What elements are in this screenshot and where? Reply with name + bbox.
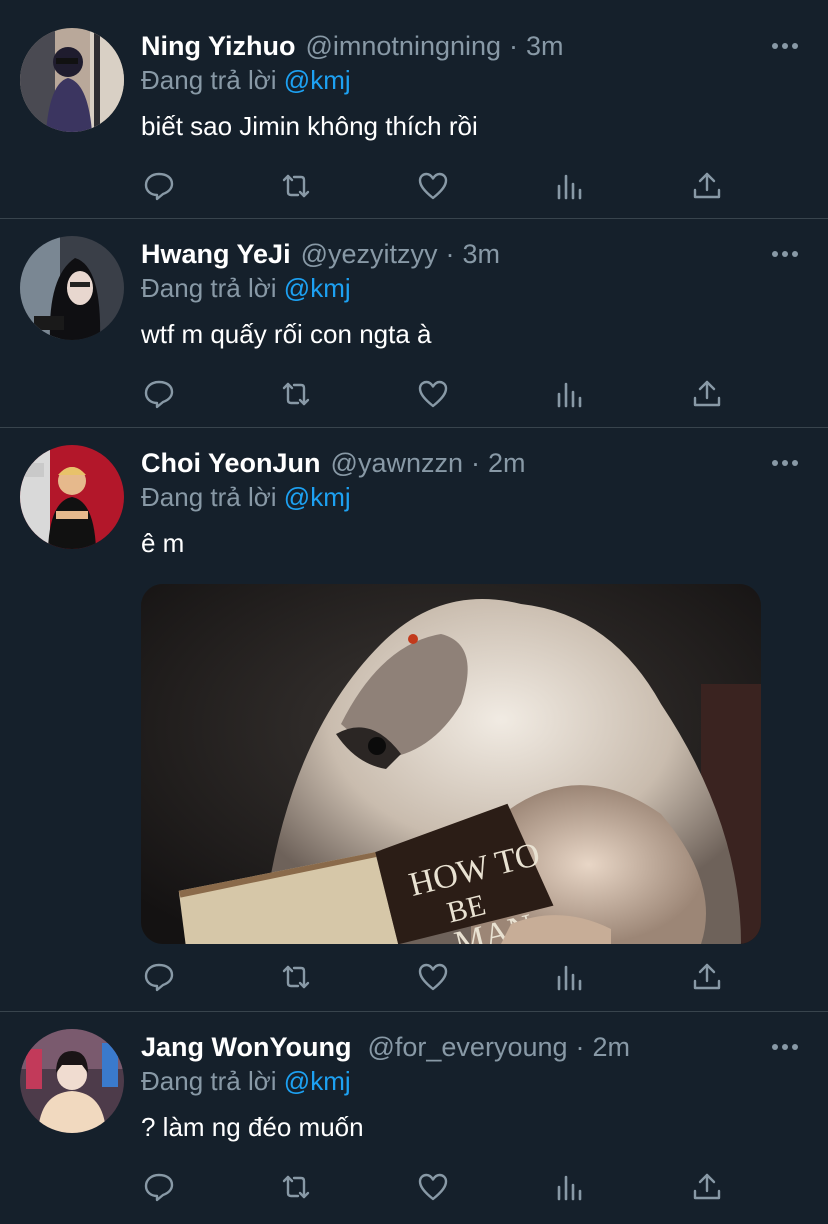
tweet-4[interactable]: Jang WonYoung @for_everyoung · 2m Đang t… <box>0 1012 828 1224</box>
separator: · <box>575 1032 585 1062</box>
timestamp[interactable]: 2m <box>488 443 526 483</box>
retweet-icon[interactable] <box>278 1169 314 1205</box>
avatar[interactable] <box>20 1029 124 1133</box>
share-icon[interactable] <box>689 959 725 995</box>
reply-icon[interactable] <box>141 168 177 204</box>
retweet-icon[interactable] <box>278 168 314 204</box>
tweet-header: Ning Yizhuo @imnotningning · 3m <box>141 26 768 66</box>
timestamp[interactable]: 3m <box>463 234 501 274</box>
like-icon[interactable] <box>415 168 451 204</box>
tweet-text: ê m <box>141 528 185 558</box>
mention-link[interactable]: @kmj <box>284 1066 351 1096</box>
action-bar <box>141 168 726 204</box>
analytics-icon[interactable] <box>552 168 588 204</box>
more-icon[interactable] <box>772 249 798 259</box>
like-icon[interactable] <box>415 376 451 412</box>
tweet-text: ? làm ng đéo muốn <box>141 1112 364 1142</box>
author-handle[interactable]: @for_everyoung <box>367 1027 567 1067</box>
tweet-header: Jang WonYoung @for_everyoung · 2m <box>141 1027 768 1067</box>
replying-prefix: Đang trả lời <box>141 273 277 303</box>
more-icon[interactable] <box>772 1042 798 1052</box>
reply-icon[interactable] <box>141 1169 177 1205</box>
retweet-icon[interactable] <box>278 376 314 412</box>
replying-to: Đang trả lời @kmj <box>141 479 351 515</box>
replying-prefix: Đang trả lời <box>141 482 277 512</box>
action-bar <box>141 1169 726 1205</box>
author-name[interactable]: Hwang YeJi <box>141 234 291 274</box>
like-icon[interactable] <box>415 959 451 995</box>
author-name[interactable]: Ning Yizhuo <box>141 26 296 66</box>
author-handle[interactable]: @yezyitzyy <box>301 234 438 274</box>
tweet-1[interactable]: Ning Yizhuo @imnotningning · 3m Đang trả… <box>0 0 828 219</box>
tweet-media-image[interactable]: HOW TO BE MAN <box>141 584 761 944</box>
avatar[interactable] <box>20 445 124 549</box>
more-icon[interactable] <box>772 41 798 51</box>
author-name[interactable]: Jang WonYoung <box>141 1027 351 1067</box>
reply-icon[interactable] <box>141 376 177 412</box>
tweet-header: Choi YeonJun @yawnzzn · 2m <box>141 443 768 483</box>
replying-prefix: Đang trả lời <box>141 65 277 95</box>
action-bar <box>141 376 726 412</box>
replying-prefix: Đang trả lời <box>141 1066 277 1096</box>
author-handle[interactable]: @imnotningning <box>306 26 502 66</box>
mention-link[interactable]: @kmj <box>284 482 351 512</box>
tweet-text: wtf m quấy rối con ngta à <box>141 319 432 349</box>
tweet-3[interactable]: Choi YeonJun @yawnzzn · 2m Đang trả lời … <box>0 428 828 1012</box>
timestamp[interactable]: 2m <box>593 1027 631 1067</box>
share-icon[interactable] <box>689 1169 725 1205</box>
separator: · <box>509 31 519 61</box>
tweet-text: biết sao Jimin không thích rồi <box>141 111 478 141</box>
avatar[interactable] <box>20 236 124 340</box>
retweet-icon[interactable] <box>278 959 314 995</box>
timestamp[interactable]: 3m <box>526 26 564 66</box>
analytics-icon[interactable] <box>552 959 588 995</box>
tweet-header: Hwang YeJi @yezyitzyy · 3m <box>141 234 768 274</box>
like-icon[interactable] <box>415 1169 451 1205</box>
avatar[interactable] <box>20 28 124 132</box>
analytics-icon[interactable] <box>552 376 588 412</box>
reply-icon[interactable] <box>141 959 177 995</box>
mention-link[interactable]: @kmj <box>284 273 351 303</box>
tweet-2[interactable]: Hwang YeJi @yezyitzyy · 3m Đang trả lời … <box>0 219 828 428</box>
share-icon[interactable] <box>689 376 725 412</box>
replying-to: Đang trả lời @kmj <box>141 1063 351 1099</box>
mention-link[interactable]: @kmj <box>284 65 351 95</box>
author-name[interactable]: Choi YeonJun <box>141 443 321 483</box>
analytics-icon[interactable] <box>552 1169 588 1205</box>
replying-to: Đang trả lời @kmj <box>141 62 351 98</box>
share-icon[interactable] <box>689 168 725 204</box>
separator: · <box>471 448 480 478</box>
replying-to: Đang trả lời @kmj <box>141 270 351 306</box>
more-icon[interactable] <box>772 458 798 468</box>
action-bar <box>141 959 726 995</box>
author-handle[interactable]: @yawnzzn <box>331 443 463 483</box>
separator: · <box>445 239 455 269</box>
